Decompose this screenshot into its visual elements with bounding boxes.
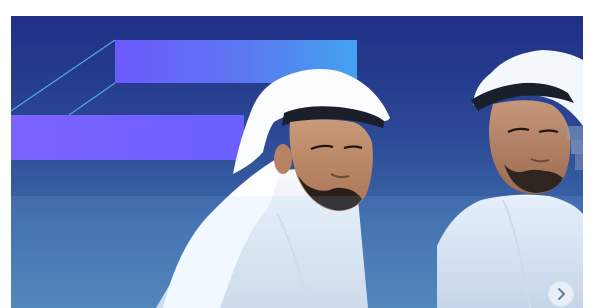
carousel-next-button[interactable] bbox=[549, 282, 573, 306]
decorative-line bbox=[11, 39, 116, 112]
page bbox=[0, 0, 589, 308]
decorative-line bbox=[68, 82, 116, 116]
hero-graphic bbox=[11, 39, 583, 308]
hero-banner bbox=[11, 16, 583, 308]
chevron-right-icon bbox=[558, 288, 565, 300]
lower-accent-block bbox=[11, 115, 244, 160]
background-overlay bbox=[11, 196, 583, 308]
